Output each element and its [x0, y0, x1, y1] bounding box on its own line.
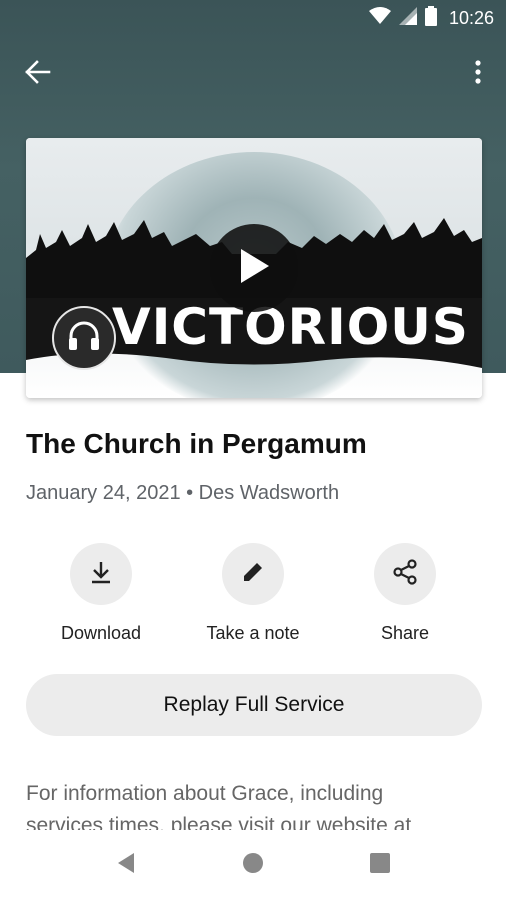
back-button[interactable] — [18, 56, 58, 92]
share-icon — [392, 558, 418, 590]
battery-icon — [424, 5, 437, 31]
replay-full-service-button[interactable]: Replay Full Service — [26, 674, 482, 736]
recents-square-icon — [370, 852, 390, 878]
nav-back-button[interactable] — [106, 845, 146, 885]
status-bar: 10:26 — [0, 0, 506, 36]
arrow-back-icon — [25, 59, 51, 89]
nav-home-button[interactable] — [233, 845, 273, 885]
more-options-button[interactable] — [464, 56, 492, 92]
share-circle — [374, 543, 436, 605]
status-time: 10:26 — [448, 7, 494, 28]
toolbar — [0, 50, 506, 98]
take-note-label: Take a note — [206, 623, 300, 643]
artwork-title-text: VICTORIOUS — [112, 298, 469, 356]
sermon-meta: January 24, 2021 • Des Wadsworth — [26, 482, 340, 504]
audio-play-button[interactable] — [52, 306, 116, 370]
more-vert-icon — [475, 59, 481, 89]
download-icon — [90, 560, 112, 589]
nav-recents-button[interactable] — [360, 845, 400, 885]
play-button[interactable] — [210, 224, 298, 312]
signal-icon — [398, 6, 417, 30]
share-label: Share — [380, 623, 430, 643]
take-note-circle — [222, 543, 284, 605]
take-note-button[interactable]: Take a note — [178, 543, 328, 644]
download-label: Download — [60, 623, 142, 643]
download-button[interactable]: Download — [26, 543, 176, 644]
wifi-icon — [368, 6, 391, 30]
system-nav-bar — [0, 830, 506, 900]
headphones-icon — [67, 320, 101, 357]
sermon-artwork: VICTORIOUS — [26, 138, 482, 398]
pencil-icon — [242, 561, 264, 588]
play-icon — [237, 247, 271, 290]
download-circle — [70, 543, 132, 605]
share-button[interactable]: Share — [330, 543, 480, 644]
sermon-title: The Church in Pergamum — [26, 428, 367, 459]
action-row: Download Take a note Share — [0, 543, 506, 653]
back-triangle-icon — [116, 852, 136, 879]
home-circle-icon — [242, 852, 264, 879]
